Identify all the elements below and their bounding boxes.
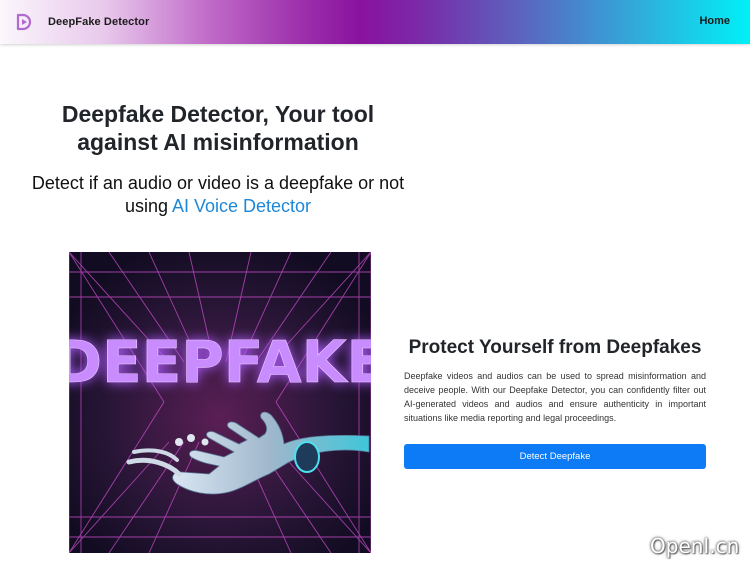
navbar: DeepFake Detector Home bbox=[0, 0, 750, 44]
play-d-logo-icon bbox=[14, 12, 34, 32]
deepfake-neon-text: DEEPFAKE bbox=[69, 328, 371, 396]
ai-voice-detector-link[interactable]: AI Voice Detector bbox=[172, 196, 311, 216]
hero-title: Deepfake Detector, Your tool against AI … bbox=[61, 101, 375, 155]
detect-deepfake-button[interactable]: Detect Deepfake bbox=[404, 444, 706, 469]
brand-name: DeepFake Detector bbox=[48, 16, 150, 28]
deepfake-hero-image: DEEPFAKE bbox=[69, 252, 371, 553]
protect-title: Protect Yourself from Deepfakes bbox=[408, 337, 702, 358]
watermark: OpenI.cn bbox=[650, 534, 740, 558]
hero-subtitle: Detect if an audio or video is a deepfak… bbox=[30, 172, 406, 218]
nav-home-link[interactable]: Home bbox=[699, 15, 730, 27]
brand[interactable]: DeepFake Detector bbox=[14, 12, 149, 32]
protect-description: Deepfake videos and audios can be used t… bbox=[404, 371, 706, 423]
